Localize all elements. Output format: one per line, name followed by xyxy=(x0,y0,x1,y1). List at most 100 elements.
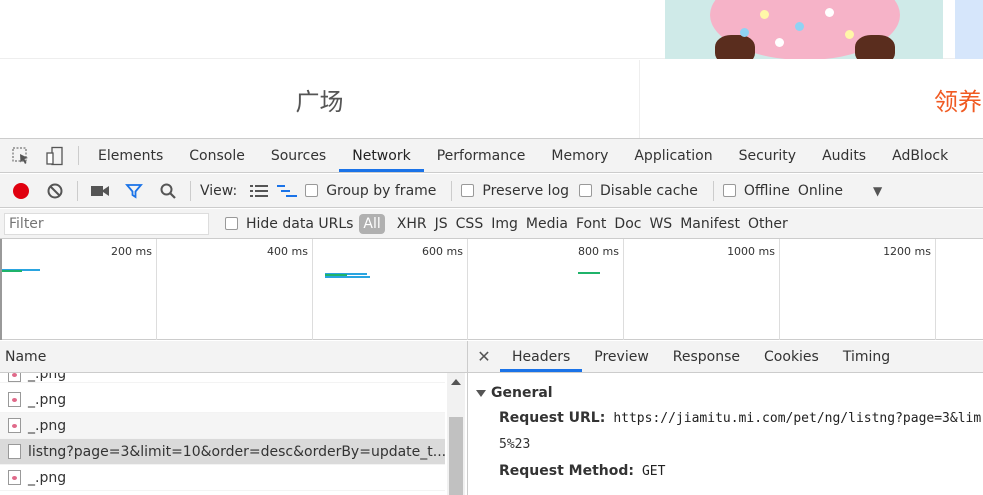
cupcake-image[interactable] xyxy=(665,0,943,59)
offline-label: Offline xyxy=(743,182,790,199)
scrollbar-thumb[interactable] xyxy=(449,417,463,495)
filter-all[interactable]: All xyxy=(359,213,385,234)
device-toolbar-icon[interactable] xyxy=(38,139,72,172)
overview-request-bar xyxy=(325,276,370,278)
tick-label: 400 ms xyxy=(267,245,308,258)
view-label: View: xyxy=(200,182,238,199)
tab-preview[interactable]: Preview xyxy=(582,341,661,372)
request-name: _.png xyxy=(28,469,67,486)
hide-data-urls-label: Hide data URLs xyxy=(246,215,354,232)
name-column-header[interactable]: Name xyxy=(0,341,467,373)
overview-col: 400 ms xyxy=(156,239,312,340)
tick-label: 800 ms xyxy=(578,245,619,258)
tab-sources[interactable]: Sources xyxy=(258,139,339,172)
tab-network[interactable]: Network xyxy=(339,139,424,172)
tab-elements[interactable]: Elements xyxy=(85,139,176,172)
request-list-scrollbar[interactable] xyxy=(447,373,465,495)
request-url-value: https://jiamitu.mi.com/pet/ng/listng?pag… xyxy=(613,411,982,426)
clear-icon[interactable] xyxy=(38,174,72,208)
offline-checkbox[interactable]: Offline xyxy=(722,182,790,199)
tab-cookies[interactable]: Cookies xyxy=(752,341,831,372)
request-name: _.png xyxy=(28,391,67,408)
filter-xhr[interactable]: XHR xyxy=(393,216,431,232)
image-file-icon xyxy=(8,470,21,485)
filter-bar: Hide data URLs All XHR JS CSS Img Media … xyxy=(0,209,983,239)
chevron-down-icon[interactable]: ▼ xyxy=(873,184,882,198)
screenshot-camera-icon[interactable] xyxy=(83,174,117,208)
document-file-icon xyxy=(8,444,21,459)
tab-headers[interactable]: Headers xyxy=(500,341,583,372)
close-icon[interactable]: ✕ xyxy=(468,341,500,372)
tab-square[interactable]: 广场 xyxy=(0,60,640,138)
request-url-value-cont: 5%23 xyxy=(499,437,531,452)
request-list: _.png _.png _.png listng?page=3&limit=10… xyxy=(0,373,467,495)
overview-col xyxy=(935,239,983,340)
filter-font[interactable]: Font xyxy=(572,216,610,232)
webpage: 广场 领养 xyxy=(0,0,983,138)
filter-manifest[interactable]: Manifest xyxy=(676,216,744,232)
request-row-selected[interactable]: listng?page=3&limit=10&order=desc&orderB… xyxy=(0,439,445,465)
filter-img[interactable]: Img xyxy=(487,216,522,232)
scroll-up-arrow-icon[interactable] xyxy=(451,379,461,385)
overview-request-bar xyxy=(578,272,600,274)
tab-application[interactable]: Application xyxy=(621,139,725,172)
overview-col: 800 ms xyxy=(467,239,623,340)
filter-ws[interactable]: WS xyxy=(645,216,676,232)
tab-audits[interactable]: Audits xyxy=(809,139,879,172)
tab-console[interactable]: Console xyxy=(176,139,258,172)
filter-input[interactable] xyxy=(4,212,209,235)
general-section-toggle[interactable]: General xyxy=(468,373,983,401)
tick-label: 200 ms xyxy=(111,245,152,258)
expand-triangle-icon xyxy=(476,389,486,397)
search-icon[interactable] xyxy=(151,174,185,208)
request-method-label: Request Method: xyxy=(499,463,634,479)
filter-other[interactable]: Other xyxy=(744,216,792,232)
disable-cache-checkbox[interactable]: Disable cache xyxy=(579,183,698,199)
overview-col: 600 ms xyxy=(312,239,467,340)
preserve-log-checkbox[interactable]: Preserve log xyxy=(461,183,569,199)
tab-security[interactable]: Security xyxy=(726,139,810,172)
tab-timing[interactable]: Timing xyxy=(831,341,902,372)
request-name: _.png xyxy=(28,373,67,382)
filter-media[interactable]: Media xyxy=(522,216,572,232)
image-file-icon xyxy=(8,392,21,407)
overview-col: 1200 ms xyxy=(779,239,935,340)
request-url-label: Request URL: xyxy=(499,410,606,426)
request-row[interactable]: _.png xyxy=(0,387,445,413)
timeline-overview[interactable]: 200 ms 400 ms 600 ms 800 ms 1000 ms 1200… xyxy=(0,239,983,340)
overview-col: 200 ms xyxy=(0,239,156,340)
tab-adblock[interactable]: AdBlock xyxy=(879,139,961,172)
overview-request-bar xyxy=(2,270,22,272)
tab-performance[interactable]: Performance xyxy=(424,139,539,172)
large-rows-icon[interactable] xyxy=(245,174,273,208)
waterfall-view-icon[interactable] xyxy=(273,174,301,208)
disable-cache-label: Disable cache xyxy=(600,182,698,199)
tab-response[interactable]: Response xyxy=(661,341,752,372)
inspect-element-icon[interactable] xyxy=(4,139,38,172)
request-row[interactable]: _.png xyxy=(0,465,445,491)
tab-adopt[interactable]: 领养 xyxy=(641,60,983,138)
preserve-log-label: Preserve log xyxy=(482,182,570,199)
request-name: listng?page=3&limit=10&order=desc&orderB… xyxy=(28,443,445,460)
banner-image-2[interactable] xyxy=(955,0,983,59)
devtools-tabbar: Elements Console Sources Network Perform… xyxy=(0,139,983,173)
filter-doc[interactable]: Doc xyxy=(610,216,645,232)
group-by-frame-checkbox[interactable]: Group by frame xyxy=(305,183,436,199)
detail-tabbar: ✕ Headers Preview Response Cookies Timin… xyxy=(468,341,983,373)
tick-label: 1000 ms xyxy=(727,245,775,258)
general-section-title: General xyxy=(491,385,553,401)
request-row[interactable]: _.png xyxy=(0,373,445,383)
overview-request-bar xyxy=(325,274,347,276)
group-by-frame-label: Group by frame xyxy=(326,182,437,199)
filter-css[interactable]: CSS xyxy=(452,216,488,232)
request-name: _.png xyxy=(28,417,67,434)
hide-data-urls-checkbox[interactable]: Hide data URLs xyxy=(225,216,353,232)
record-icon[interactable] xyxy=(4,174,38,208)
throttle-select[interactable]: Online xyxy=(798,183,843,199)
request-row[interactable]: _.png xyxy=(0,413,445,439)
image-file-icon xyxy=(8,418,21,433)
filter-js[interactable]: JS xyxy=(431,216,452,232)
tab-memory[interactable]: Memory xyxy=(538,139,621,172)
filter-funnel-icon[interactable] xyxy=(117,174,151,208)
overview-col: 1000 ms xyxy=(623,239,779,340)
